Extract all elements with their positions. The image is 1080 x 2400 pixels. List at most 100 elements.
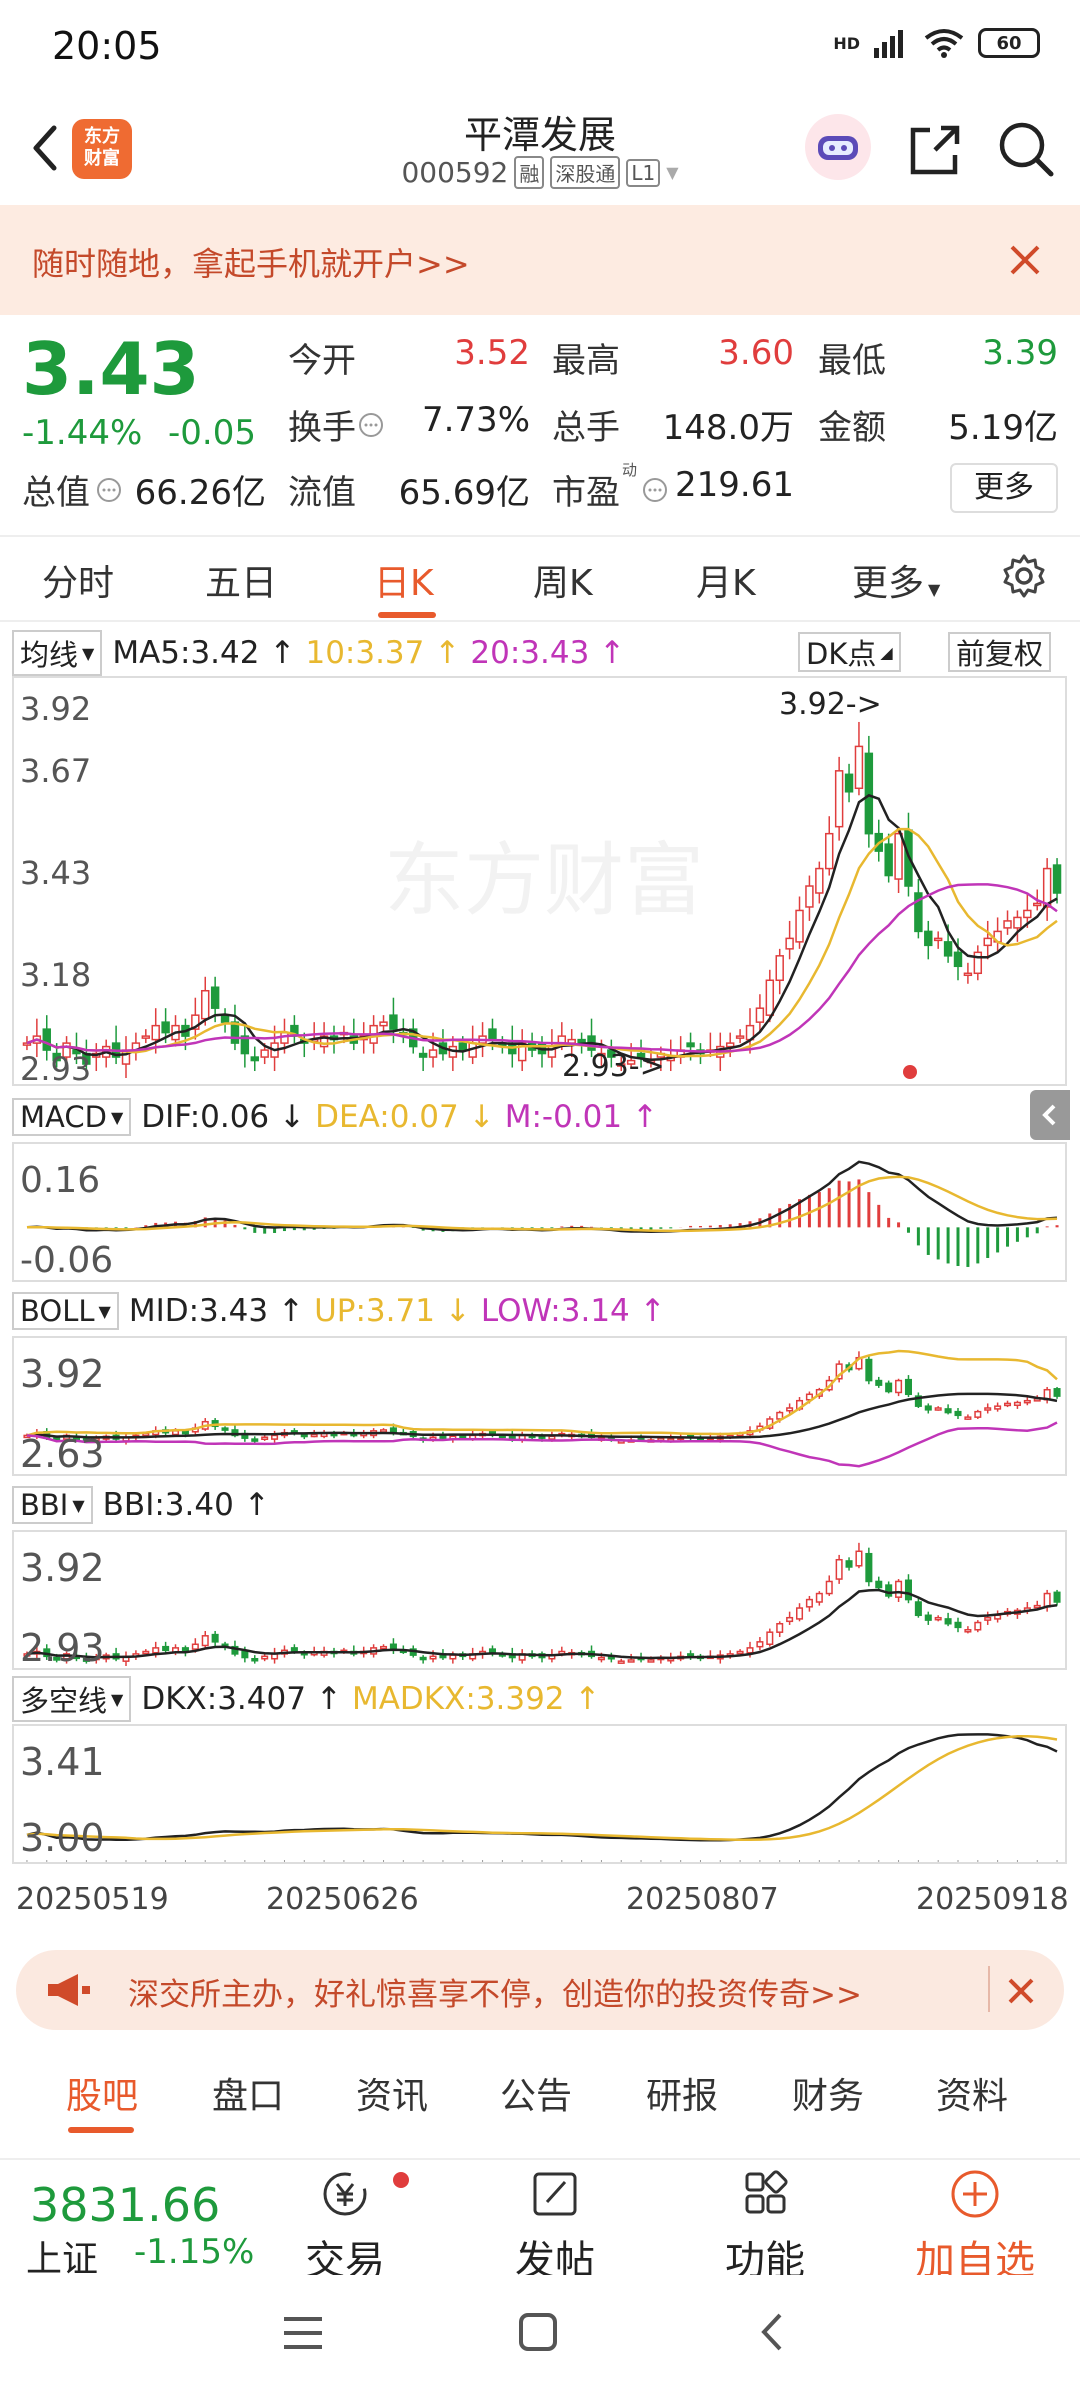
ma-selector[interactable]: 均线 ▼ [12,630,103,676]
candle [389,1427,397,1433]
candle [657,1437,665,1441]
candle [875,1379,883,1386]
more-button[interactable]: 更多 [950,463,1058,513]
candle [765,979,775,1016]
candle [865,1552,873,1583]
tab-intraday[interactable]: 分时 [42,554,114,606]
index-value[interactable]: 3831.66 [30,2178,220,2232]
tab-orderbook[interactable]: 盘口 [212,2067,284,2119]
candle [1042,867,1052,908]
candle [1052,864,1062,894]
high-label: 最高 [552,341,620,381]
dropdown-icon: ▼ [111,1689,124,1709]
candle [825,832,834,870]
up-arrow-icon: ↑ [278,1293,305,1329]
dkx-y-bottom: 3.00 [20,1816,105,1860]
macd-selector[interactable]: MACD ▼ [12,1098,132,1136]
tab-monthly-k[interactable]: 月K [696,554,756,606]
bbi-y-top: 3.92 [20,1546,105,1590]
banner-text[interactable]: 随时随地，拿起手机就开户>> [32,239,470,285]
adjust-selector[interactable]: 前复权 [948,632,1052,672]
tab-daily-k[interactable]: 日K [374,554,434,606]
menu-icon[interactable] [280,2313,326,2353]
tab-weekly-k[interactable]: 周K [533,554,593,606]
stock-header: 东方 财富 平潭发展 000592 融 深股通 L1 ▼ [0,100,1080,205]
candle [428,1049,438,1058]
dk-point-selector[interactable]: DK点 ◢ [798,632,901,672]
bbi-line [26,1588,1058,1660]
percent-change: -1.44% [22,413,143,453]
tab-financials[interactable]: 财务 [792,2067,864,2119]
candle [251,1438,259,1442]
info-icon[interactable] [358,412,384,438]
tab-research[interactable]: 研报 [646,2067,718,2119]
tab-announcements[interactable]: 公告 [500,2067,572,2119]
macd-chart[interactable]: 0.16 -0.06 [12,1142,1067,1282]
up-arrow-icon: ↑ [269,635,296,671]
nav-post[interactable]: 发帖 [485,2168,625,2286]
home-icon[interactable] [515,2309,561,2355]
candle [1013,916,1022,929]
candle [924,1614,932,1621]
chevron-left-icon [1042,1104,1056,1126]
candle [974,1410,982,1418]
open-account-banner[interactable]: 随时随地，拿起手机就开户>> [0,205,1080,315]
divider [0,620,1080,622]
boll-y-top: 3.92 [20,1352,105,1396]
tab-forum[interactable]: 股吧 [66,2067,138,2119]
nav-functions[interactable]: 功能 [695,2168,835,2286]
search-icon[interactable] [995,118,1057,180]
share-icon[interactable] [905,120,965,180]
boll-chart[interactable]: 3.92 2.63 [12,1336,1067,1476]
candle [42,1028,51,1051]
close-icon[interactable] [1000,235,1050,285]
promo-text[interactable]: 深交所主办，好礼惊喜享不停，创造你的投资传奇>> [128,1969,862,2014]
bbi-chart[interactable]: 3.92 2.93 [12,1530,1067,1670]
candle [854,745,864,790]
candle [984,1616,992,1621]
tag-margin: 融 [514,156,545,189]
candle [924,930,933,947]
bbi-selector[interactable]: BBI ▼ [12,1486,93,1524]
bbi-indicator-row: BBI ▼ BBI:3.40 ↑ [12,1484,270,1526]
boll-indicator-row: BOLL ▼ MID:3.43 ↑ UP:3.71 ↓ LOW:3.14 ↑ [12,1290,666,1332]
tab-profile[interactable]: 资料 [936,2067,1008,2119]
nav-add-watchlist[interactable]: 加自选 [905,2168,1045,2286]
candle [934,1616,942,1621]
candle [974,1621,982,1631]
candle [805,885,814,908]
dropdown-icon: ▼ [82,643,95,663]
collapse-tab[interactable] [1030,1090,1070,1140]
kline-chart[interactable]: 东方财富 3.92-> 2.93-> 3.92 3.67 3.43 3.18 2… [12,676,1067,1086]
candle [429,1655,437,1660]
candle [776,1622,784,1633]
candle [864,752,874,835]
boll-selector[interactable]: BOLL ▼ [12,1292,119,1330]
close-icon[interactable] [998,1968,1044,2014]
candle [161,1021,170,1034]
bottom-navbar: 3831.66 上证 -1.15% 交易 发帖 功能 加自选 [0,2158,1080,2284]
info-icon[interactable] [96,477,122,503]
candle [230,1021,240,1044]
promo-banner[interactable]: 深交所主办，好礼惊喜享不停，创造你的投资传奇>> [16,1950,1064,2030]
assistant-robot-icon[interactable] [805,114,871,180]
tab-five-day[interactable]: 五日 [205,554,277,606]
dkx-selector[interactable]: 多空线 ▼ [12,1676,132,1722]
tab-more[interactable]: 更多 ▼ [852,554,940,606]
ma10-value: 10:3.37 [305,635,425,671]
index-percent[interactable]: -1.15% [134,2232,254,2272]
info-icon[interactable] [642,477,668,503]
candle [290,1647,298,1653]
tab-news[interactable]: 资讯 [356,2067,428,2119]
low-value: LOW:3.14 [480,1293,630,1329]
nav-trade[interactable]: 交易 [275,2168,415,2286]
dropdown-icon: ▼ [98,1301,111,1321]
candle [885,1584,893,1597]
boll-up-line [26,1349,1058,1437]
gear-icon[interactable] [1000,552,1048,600]
candle [260,1049,269,1058]
back-icon[interactable] [752,2309,792,2355]
candle [1013,1401,1021,1407]
dkx-chart[interactable]: 3.41 3.00 [12,1724,1067,1864]
candle [419,1656,427,1661]
